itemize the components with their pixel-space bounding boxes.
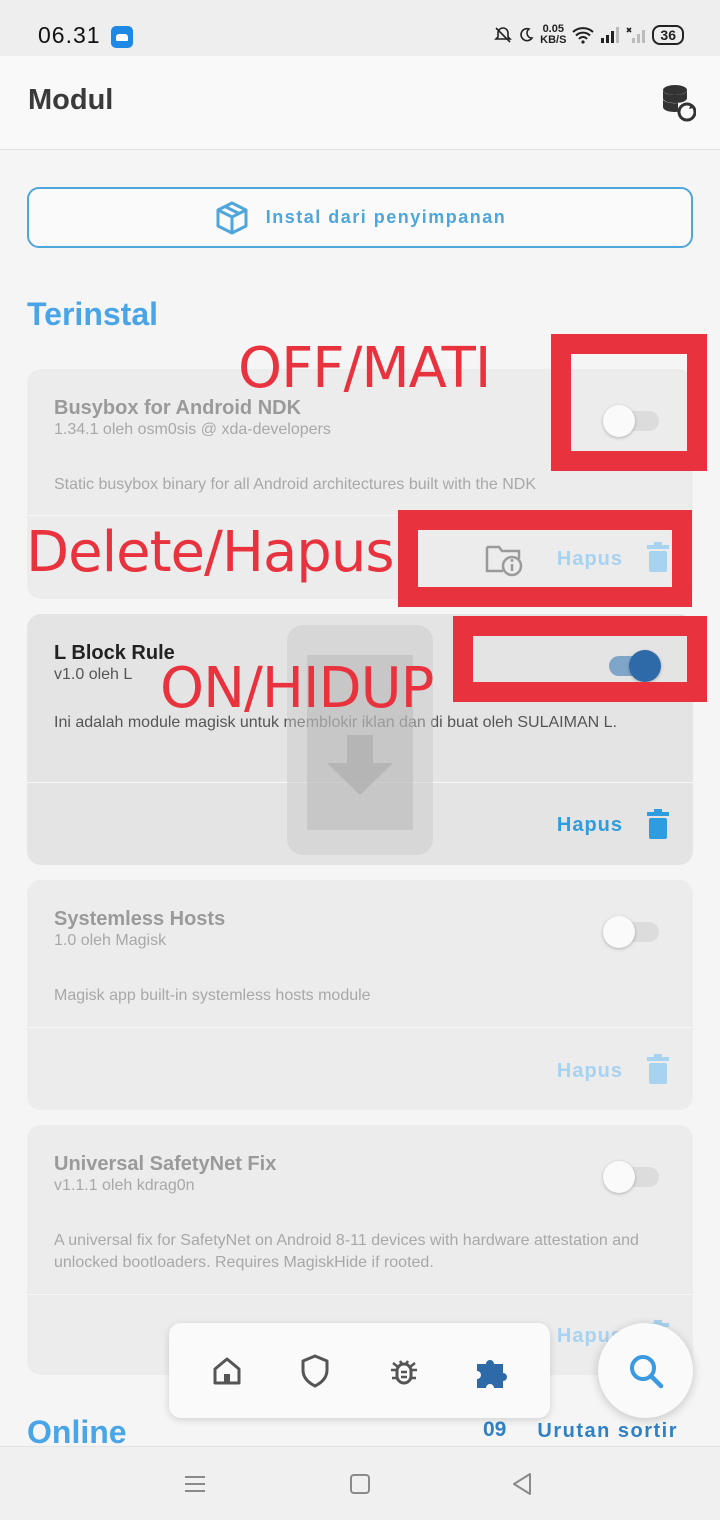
- annotation-label-delete: Delete/Hapus: [26, 520, 395, 585]
- trash-icon[interactable]: [647, 1054, 669, 1084]
- module-description: Static busybox binary for all Android ar…: [54, 476, 537, 493]
- module-toggle[interactable]: [603, 1159, 661, 1193]
- search-button[interactable]: [598, 1323, 693, 1418]
- module-toggle[interactable]: [603, 914, 661, 948]
- back-icon[interactable]: [508, 1469, 538, 1499]
- menu-icon[interactable]: [180, 1469, 210, 1499]
- trash-icon[interactable]: [647, 809, 669, 839]
- remove-button[interactable]: Hapus: [557, 1060, 623, 1083]
- annotation-box-off: [551, 334, 707, 471]
- net-speed-unit: KB/S: [540, 34, 567, 46]
- install-from-storage-button[interactable]: Instal dari penyimpanan: [27, 187, 693, 248]
- wifi-icon: [572, 27, 595, 44]
- module-version: v1.0 oleh L: [54, 666, 133, 683]
- annotation-box-on: [453, 616, 707, 702]
- page-title: Modul: [28, 84, 114, 116]
- database-refresh-icon[interactable]: [660, 82, 696, 122]
- module-card-systemless-hosts: Systemless Hosts 1.0 oleh Magisk Magisk …: [27, 880, 693, 1110]
- app-bar: Modul: [0, 56, 720, 150]
- sort-button[interactable]: Urutan sortir: [537, 1420, 678, 1443]
- nav-logs[interactable]: [384, 1351, 424, 1391]
- install-label: Instal dari penyimpanan: [265, 207, 507, 227]
- module-description: A universal fix for SafetyNet on Android…: [54, 1232, 639, 1271]
- module-description: Magisk app built-in systemless hosts mod…: [54, 987, 371, 1004]
- annotation-box-delete: [398, 510, 692, 607]
- module-version: 1.0 oleh Magisk: [54, 932, 167, 949]
- puzzle-icon: [476, 1359, 507, 1388]
- module-name: Systemless Hosts: [54, 908, 226, 930]
- status-time: 06.31: [38, 22, 101, 48]
- bell-off-icon: [494, 27, 513, 43]
- remove-button[interactable]: Hapus: [557, 814, 623, 837]
- nav-modules[interactable]: [472, 1351, 512, 1391]
- shield-icon: [301, 1354, 329, 1387]
- module-name: L Block Rule: [54, 642, 175, 664]
- module-version: 1.34.1 oleh osm0sis @ xda-developers: [54, 421, 331, 438]
- module-version: v1.1.1 oleh kdrag0n: [54, 1177, 195, 1194]
- battery-indicator: 36: [652, 25, 684, 45]
- annotation-label-off: OFF/MATI: [238, 336, 491, 401]
- home-nav-icon[interactable]: [345, 1469, 375, 1499]
- section-installed-title: Terinstal: [27, 296, 158, 332]
- module-name: Universal SafetyNet Fix: [54, 1153, 277, 1175]
- nav-superuser[interactable]: [295, 1351, 335, 1391]
- nav-home[interactable]: [207, 1351, 247, 1391]
- app-notification-icon: [111, 26, 133, 48]
- search-icon: [629, 1354, 663, 1388]
- sort-icon[interactable]: 09: [483, 1418, 506, 1442]
- annotation-label-on: ON/HIDUP: [160, 656, 434, 721]
- bug-icon: [390, 1359, 417, 1384]
- signal-no-sim-icon: [626, 27, 646, 43]
- moon-icon: [520, 27, 534, 42]
- signal-icon: [601, 27, 620, 43]
- home-icon: [213, 1357, 241, 1384]
- system-navigation-bar: [0, 1446, 720, 1520]
- bottom-navigation: [169, 1323, 550, 1418]
- net-speed: 0.05 KB/S: [540, 24, 566, 46]
- status-bar: 06.31 0.05 KB/S 36: [0, 0, 720, 56]
- status-icons: 0.05 KB/S 36: [494, 24, 684, 46]
- package-icon: [216, 201, 248, 234]
